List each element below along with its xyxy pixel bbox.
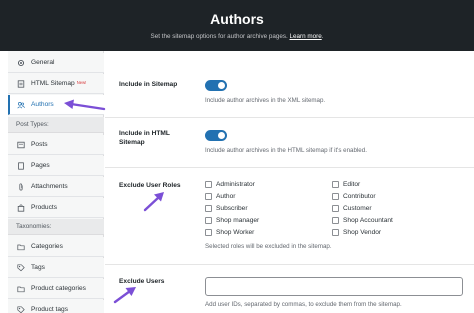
sidebar-item-label: General: [31, 59, 55, 66]
role-label: Subscriber: [216, 205, 248, 212]
tag-icon: [17, 305, 25, 313]
include-html-description: Include author archives in the HTML site…: [205, 147, 367, 154]
include-html-label-line1: Include in HTML: [119, 130, 170, 137]
role-checkbox-author[interactable]: Author: [205, 193, 235, 200]
sidebar-item-general[interactable]: General: [8, 53, 104, 73]
posts-icon: [17, 141, 25, 149]
sidebar-item-label: Attachments: [31, 183, 68, 190]
checkbox-box[interactable]: [205, 205, 212, 212]
sidebar-item-product-tags[interactable]: Product tags: [8, 300, 104, 313]
page-subtitle: Set the sitemap options for author archi…: [150, 33, 324, 40]
page-header: Authors Set the sitemap options for auth…: [0, 0, 474, 51]
sidebar-item-label: Categories: [31, 243, 63, 250]
checkbox-box[interactable]: [205, 217, 212, 224]
checkbox-box[interactable]: [205, 229, 212, 236]
role-checkbox-administrator[interactable]: Administrator: [205, 181, 255, 188]
include-sitemap-toggle[interactable]: [205, 80, 227, 91]
sidebar-item-products[interactable]: Products: [8, 198, 104, 218]
section-divider: [105, 117, 474, 118]
arrow-annotation-roles: [143, 192, 164, 212]
gear-icon: [17, 59, 25, 67]
role-checkbox-shop-accountant[interactable]: Shop Accountant: [332, 217, 393, 224]
page-title: Authors: [210, 11, 264, 27]
section-divider: [105, 167, 474, 168]
subtitle-text: Set the sitemap options for author archi…: [150, 33, 288, 40]
sidebar-item-pages[interactable]: Pages: [8, 156, 104, 176]
users-icon: [17, 101, 25, 109]
checkbox-box[interactable]: [332, 205, 339, 212]
exclude-users-input[interactable]: [205, 277, 463, 296]
arrow-annotation-users: [113, 287, 136, 304]
role-checkbox-contributor[interactable]: Contributor: [332, 193, 376, 200]
role-checkbox-editor[interactable]: Editor: [332, 181, 360, 188]
include-sitemap-label: Include in Sitemap: [119, 81, 178, 88]
taxonomies-heading: Taxonomies:: [8, 219, 104, 235]
exclude-roles-label: Exclude User Roles: [119, 182, 181, 189]
role-checkbox-shop-worker[interactable]: Shop Worker: [205, 229, 254, 236]
role-label: Shop manager: [216, 217, 260, 224]
role-label: Shop Vendor: [343, 229, 382, 236]
include-html-label: Include in HTML Sitemap: [119, 129, 170, 147]
products-icon: [17, 203, 25, 212]
role-label: Editor: [343, 181, 361, 188]
checkbox-box[interactable]: [332, 193, 339, 200]
sidebar-item-product-categories[interactable]: Product categories: [8, 279, 104, 299]
checkbox-box[interactable]: [205, 193, 212, 200]
settings-panel: Include in Sitemap Include author archiv…: [105, 51, 474, 313]
checkbox-box[interactable]: [332, 217, 339, 224]
sidebar-item-label: HTML Sitemap: [31, 80, 75, 87]
pages-icon: [17, 161, 25, 170]
sidebar-item-label: Product tags: [31, 306, 69, 313]
checkbox-box[interactable]: [332, 229, 339, 236]
sidebar-item-label: Pages: [31, 162, 50, 169]
folder-icon: [17, 285, 25, 293]
section-divider: [105, 264, 474, 265]
role-label: Administrator: [216, 181, 255, 188]
sidebar-item-label: Product categories: [31, 285, 86, 292]
settings-sidebar: General HTML Sitemap New! Authors Post T…: [8, 51, 104, 313]
exclude-users-description: Add user IDs, separated by commas, to ex…: [205, 301, 402, 308]
include-html-toggle[interactable]: [205, 130, 227, 141]
arrow-annotation-authors: [64, 99, 106, 111]
sidebar-item-tags[interactable]: Tags: [8, 258, 104, 278]
checkbox-box[interactable]: [205, 181, 212, 188]
folder-icon: [17, 243, 25, 251]
new-badge: New!: [76, 80, 87, 85]
role-label: Shop Worker: [216, 229, 255, 236]
tag-icon: [17, 263, 25, 272]
paperclip-icon: [17, 182, 25, 191]
sidebar-item-posts[interactable]: Posts: [8, 135, 104, 155]
role-checkbox-subscriber[interactable]: Subscriber: [205, 205, 248, 212]
sidebar-item-label: Posts: [31, 141, 48, 148]
sidebar-item-label: Products: [31, 204, 58, 211]
role-checkbox-shop-manager[interactable]: Shop manager: [205, 217, 259, 224]
sidebar-item-label: Tags: [31, 264, 45, 271]
sidebar-item-label: Authors: [31, 101, 54, 108]
role-label: Customer: [343, 205, 372, 212]
role-label: Author: [216, 193, 236, 200]
sidebar-item-attachments[interactable]: Attachments: [8, 177, 104, 197]
role-label: Shop Accountant: [343, 217, 393, 224]
sidebar-item-html-sitemap[interactable]: HTML Sitemap New!: [8, 74, 104, 94]
role-checkbox-shop-vendor[interactable]: Shop Vendor: [332, 229, 381, 236]
learn-more-link[interactable]: Learn more: [290, 33, 322, 40]
post-types-heading: Post Types:: [8, 117, 104, 133]
exclude-roles-description: Selected roles will be excluded in the s…: [205, 243, 332, 250]
checkbox-box[interactable]: [332, 181, 339, 188]
include-sitemap-description: Include author archives in the XML sitem…: [205, 97, 326, 104]
sidebar-item-categories[interactable]: Categories: [8, 237, 104, 257]
role-label: Contributor: [343, 193, 376, 200]
document-icon: [17, 79, 25, 88]
role-checkbox-customer[interactable]: Customer: [332, 205, 372, 212]
include-html-label-line2: Sitemap: [119, 139, 145, 146]
